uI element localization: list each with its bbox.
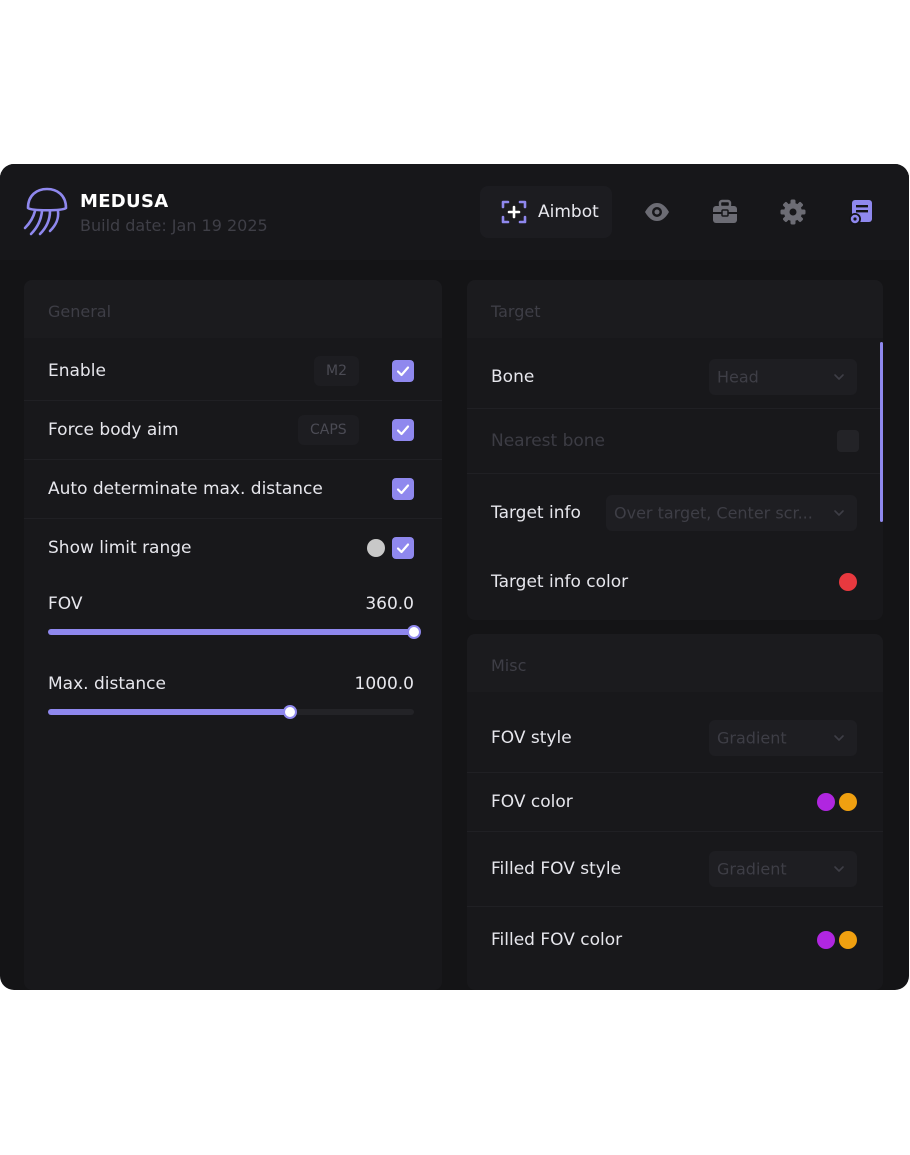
- force-body-aim-row: Force body aim CAPS: [24, 401, 442, 460]
- fov-style-label: FOV style: [491, 728, 572, 748]
- target-info-select[interactable]: Over target, Center scr...: [606, 495, 857, 531]
- fov-slider-fill: [48, 629, 414, 635]
- nearest-bone-checkbox[interactable]: [837, 430, 859, 452]
- config-list-icon[interactable]: [847, 198, 875, 226]
- enable-row: Enable M2: [24, 342, 442, 401]
- chevron-down-icon: [834, 866, 844, 872]
- filled-fov-color-label: Filled FOV color: [491, 930, 623, 950]
- filled-fov-style-select[interactable]: Gradient: [709, 851, 857, 887]
- max-distance-value: 1000.0: [354, 674, 414, 694]
- tab-aimbot[interactable]: Aimbot: [480, 186, 612, 238]
- fov-label: FOV: [48, 594, 83, 614]
- filled-fov-style-select-value: Gradient: [717, 859, 787, 879]
- toolbox-icon[interactable]: [711, 198, 739, 226]
- fov-color-secondary-swatch[interactable]: [839, 793, 857, 811]
- fov-slider-thumb[interactable]: [407, 625, 421, 639]
- app-title: MEDUSA: [80, 191, 169, 212]
- nearest-bone-row: Nearest bone: [467, 409, 883, 474]
- target-info-color-row: Target info color: [467, 550, 883, 614]
- app-window: MEDUSA Build date: Jan 19 2025 Aimbot Ge…: [0, 164, 909, 990]
- fov-style-select-value: Gradient: [717, 728, 787, 748]
- target-info-label: Target info: [491, 503, 581, 523]
- bone-row: Bone Head: [467, 346, 883, 409]
- show-limit-range-row: Show limit range: [24, 519, 442, 577]
- fov-color-row: FOV color: [467, 773, 883, 832]
- show-limit-range-checkbox[interactable]: [392, 537, 414, 559]
- target-info-select-value: Over target, Center scr...: [614, 503, 813, 523]
- target-panel-title: Target: [491, 302, 541, 321]
- crosshair-plus-icon: [501, 200, 527, 224]
- general-panel-header: General: [24, 280, 442, 338]
- target-info-row: Target info Over target, Center scr...: [467, 481, 883, 545]
- enable-label: Enable: [48, 361, 106, 381]
- fov-value: 360.0: [365, 594, 414, 614]
- general-panel-title: General: [48, 302, 112, 321]
- right-scrollbar[interactable]: [880, 342, 883, 522]
- general-panel: General Enable M2 Force body aim CAPS Au…: [24, 280, 442, 990]
- max-distance-slider-fill: [48, 709, 290, 715]
- force-body-aim-keybind[interactable]: CAPS: [298, 415, 359, 445]
- bone-select-value: Head: [717, 367, 759, 387]
- build-date: Build date: Jan 19 2025: [80, 216, 268, 235]
- misc-panel-title: Misc: [491, 656, 527, 675]
- filled-fov-color-primary-swatch[interactable]: [817, 931, 835, 949]
- misc-panel: Misc FOV style Gradient FOV color Filled…: [467, 634, 883, 990]
- fov-slider[interactable]: [48, 625, 421, 639]
- fov-style-row: FOV style Gradient: [467, 704, 883, 773]
- fov-style-select[interactable]: Gradient: [709, 720, 857, 756]
- gear-icon[interactable]: [779, 198, 807, 226]
- show-limit-range-label: Show limit range: [48, 538, 192, 558]
- nearest-bone-label: Nearest bone: [491, 431, 606, 451]
- auto-max-distance-row: Auto determinate max. distance: [24, 460, 442, 519]
- max-distance-slider-thumb[interactable]: [282, 705, 297, 719]
- target-info-color-label: Target info color: [491, 572, 629, 592]
- filled-fov-style-label: Filled FOV style: [491, 859, 622, 879]
- target-info-color-swatch[interactable]: [839, 573, 857, 591]
- enable-keybind[interactable]: M2: [314, 356, 359, 386]
- enable-checkbox[interactable]: [392, 360, 414, 382]
- filled-fov-color-secondary-swatch[interactable]: [839, 931, 857, 949]
- force-body-aim-label: Force body aim: [48, 420, 179, 440]
- misc-panel-header: Misc: [467, 634, 883, 692]
- chevron-down-icon: [834, 735, 844, 741]
- checkmark-icon: [396, 543, 410, 554]
- eye-icon[interactable]: [643, 198, 671, 226]
- fov-color-primary-swatch[interactable]: [817, 793, 835, 811]
- chevron-down-icon: [834, 510, 844, 516]
- bone-label: Bone: [491, 367, 535, 387]
- checkmark-icon: [396, 425, 410, 436]
- fov-color-label: FOV color: [491, 792, 573, 812]
- filled-fov-color-row: Filled FOV color: [467, 907, 883, 973]
- target-panel-header: Target: [467, 280, 883, 338]
- filled-fov-style-row: Filled FOV style Gradient: [467, 832, 883, 907]
- limit-range-color-swatch[interactable]: [367, 539, 385, 557]
- checkmark-icon: [396, 484, 410, 495]
- max-distance-label: Max. distance: [48, 674, 166, 694]
- bone-select[interactable]: Head: [709, 359, 857, 395]
- force-body-aim-checkbox[interactable]: [392, 419, 414, 441]
- auto-max-distance-label: Auto determinate max. distance: [48, 479, 323, 499]
- chevron-down-icon: [834, 374, 844, 380]
- jellyfish-logo-icon: [23, 187, 68, 236]
- auto-max-distance-checkbox[interactable]: [392, 478, 414, 500]
- tab-aimbot-label: Aimbot: [538, 202, 599, 222]
- target-panel: Target Bone Head Nearest bone Target inf…: [467, 280, 883, 620]
- checkmark-icon: [396, 366, 410, 377]
- header-bar: MEDUSA Build date: Jan 19 2025 Aimbot: [0, 164, 909, 260]
- max-distance-slider[interactable]: [48, 705, 414, 719]
